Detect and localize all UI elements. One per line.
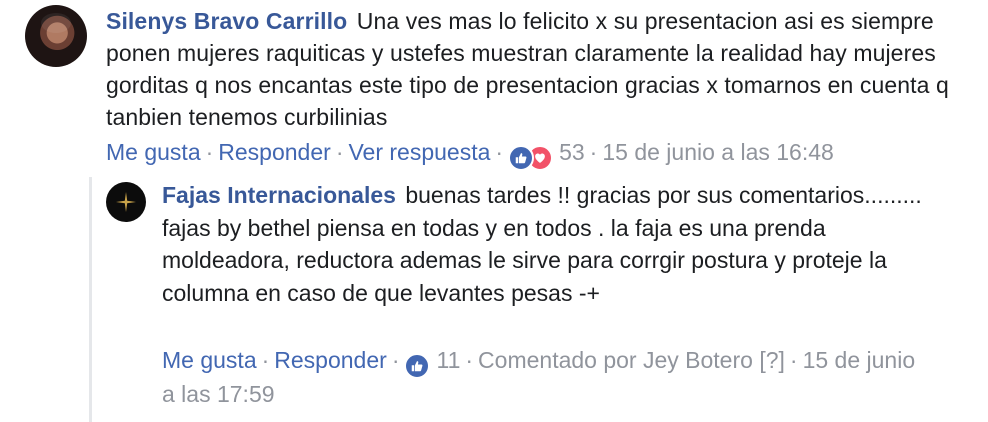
separator-dot: · [391, 347, 400, 373]
like-button[interactable]: Me gusta [106, 139, 201, 165]
separator-dot: · [261, 347, 270, 373]
like-icon [404, 353, 431, 379]
reply-like-button[interactable]: Me gusta [162, 347, 257, 373]
fajas-logo-icon [116, 192, 136, 212]
help-mark[interactable]: [?] [759, 347, 785, 373]
separator-dot: · [465, 347, 474, 373]
like-icon [508, 145, 535, 171]
comment-timestamp[interactable]: 15 de junio a las 16:48 [602, 139, 833, 165]
reply-reaction-count[interactable]: 11 [436, 347, 460, 373]
commented-by: Comentado por Jey Botero [478, 347, 753, 373]
reply-body: Fajas Internacionales buenas tardes !! g… [162, 179, 922, 309]
separator-dot: · [589, 139, 598, 165]
comment-body: Silenys Bravo Carrillo Una ves mas lo fe… [106, 5, 956, 133]
reply-author-link[interactable]: Fajas Internacionales [162, 182, 396, 208]
separator-dot: · [495, 139, 504, 165]
page-avatar[interactable] [106, 182, 146, 222]
comment-author-link[interactable]: Silenys Bravo Carrillo [106, 8, 347, 34]
commenter-avatar[interactable] [25, 5, 87, 67]
reply-button[interactable]: Responder [218, 139, 331, 165]
separator-dot: · [789, 347, 798, 373]
comment-actions: Me gusta · Responder · Ver respuesta · 53 · 15 … [106, 137, 834, 171]
view-reply-button[interactable]: Ver respuesta [348, 139, 490, 165]
avatar-shine [41, 13, 71, 33]
reactions-summary[interactable] [508, 145, 554, 171]
separator-dot: · [205, 139, 214, 165]
reaction-count[interactable]: 53 [559, 139, 585, 165]
reply-thread-line [89, 177, 92, 422]
reply-reply-button[interactable]: Responder [274, 347, 387, 373]
reply-reactions-summary[interactable] [404, 353, 431, 379]
reply-actions: Me gusta · Responder · 11 · Comentado por Jey… [162, 345, 932, 410]
separator-dot: · [335, 139, 344, 165]
